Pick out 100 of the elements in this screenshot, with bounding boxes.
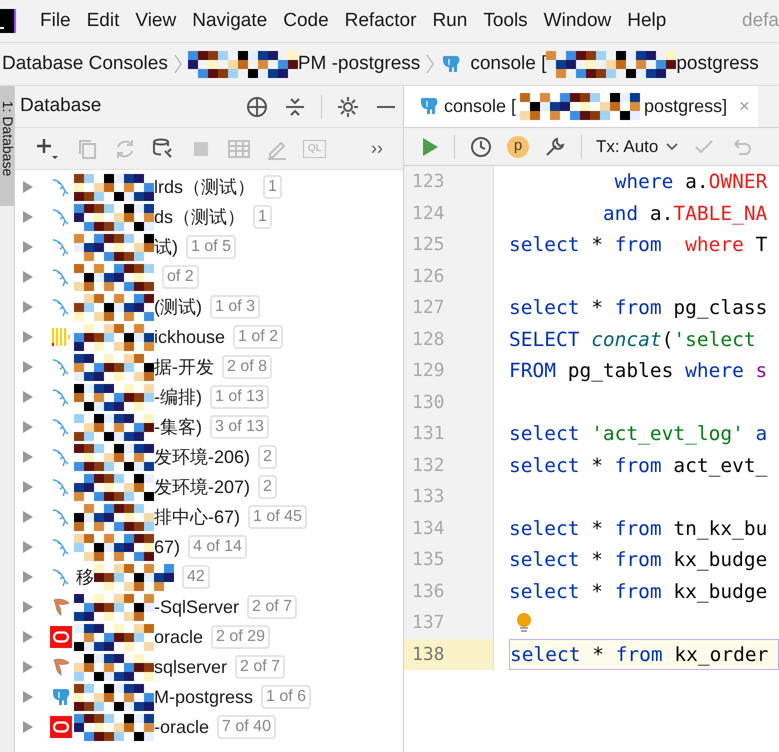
menu-item[interactable]: File [32, 6, 79, 36]
expand-arrow-icon[interactable] [21, 360, 35, 374]
count-badge: 1 [263, 175, 282, 199]
breadcrumb-item[interactable]: PM -postgress [298, 50, 420, 78]
tree-item-label: -集客) [154, 416, 202, 439]
code-line: select * from kx_budge [509, 547, 768, 574]
expand-arrow-icon[interactable] [21, 720, 35, 734]
breadcrumb-item[interactable]: console [ [470, 50, 546, 78]
line-number: 130 [404, 386, 494, 418]
line-number: 127 [404, 292, 494, 324]
menu-item[interactable]: Edit [78, 6, 128, 36]
code-line: select 'act_evt_log' a [509, 421, 768, 448]
settings-icon[interactable] [336, 94, 360, 118]
line-number: 128 [404, 324, 494, 355]
code-line: select * from pg_class [509, 295, 768, 322]
code-line: select * from kx_budge [509, 578, 768, 605]
run-icon[interactable] [420, 136, 440, 158]
expand-arrow-icon[interactable] [21, 330, 35, 344]
tree-item[interactable]: 移 42 [15, 562, 403, 592]
expand-arrow-icon[interactable] [21, 270, 35, 284]
tree-item[interactable]: 据-开发 2 of 8 [15, 352, 403, 382]
tree-item[interactable]: oracle 2 of 29 [15, 622, 403, 652]
menu-item[interactable]: Code [275, 6, 337, 36]
count-badge: 1 [253, 205, 272, 229]
expand-arrow-icon[interactable] [21, 300, 35, 314]
menu-item[interactable]: View [127, 6, 184, 36]
line-number: 132 [404, 450, 494, 481]
editor-tab[interactable]: console [ postgress] × [404, 86, 758, 127]
expand-arrow-icon[interactable] [21, 570, 35, 584]
code-line: and a.TABLE_NA [602, 200, 768, 227]
tree-item[interactable]: -编排) 1 of 13 [15, 382, 403, 412]
expand-arrow-icon[interactable] [21, 390, 35, 404]
clock-icon[interactable] [469, 134, 493, 158]
expand-arrow-icon[interactable] [21, 480, 35, 494]
count-badge: 2 of 29 [211, 625, 270, 649]
menu-item[interactable]: Refactor [336, 6, 424, 36]
expand-arrow-icon[interactable] [21, 210, 35, 224]
tree-item[interactable]: lrds（测试） 1 [15, 172, 403, 202]
tree-item[interactable]: (测试) 1 of 3 [15, 292, 403, 322]
tree-item[interactable]: 发环境-206) 2 [15, 442, 403, 472]
code-line: select * from where T [509, 232, 768, 258]
ring-icon [50, 626, 72, 648]
elephant-icon [50, 686, 72, 708]
tree-item[interactable]: -oracle 7 of 40 [15, 712, 403, 742]
tree-item[interactable]: ickhouse 1 of 2 [15, 322, 403, 352]
breadcrumb-item[interactable]: Database Consoles [0, 50, 168, 78]
tree-item-label: oracle [154, 626, 204, 648]
expand-arrow-icon[interactable] [21, 180, 35, 194]
chevron-right-icon [425, 53, 436, 75]
expand-arrow-icon[interactable] [21, 240, 35, 254]
expand-arrow-icon[interactable] [21, 660, 35, 674]
tree-item-label: 发环境-207) [154, 476, 250, 499]
count-badge: 4 of 14 [188, 535, 247, 559]
code-line: SELECT concat('select [509, 326, 757, 353]
tree-item[interactable]: of 2 [15, 262, 403, 292]
tree-item[interactable]: 试) 1 of 5 [15, 232, 403, 262]
count-badge: 1 of 45 [248, 505, 307, 529]
expand-arrow-icon[interactable] [21, 600, 35, 614]
elephant-icon [418, 95, 440, 117]
expand-arrow-icon[interactable] [21, 540, 35, 554]
app-logo-icon [0, 7, 16, 35]
count-badge: 1 of 5 [186, 235, 236, 259]
more-button[interactable]: ›› [371, 135, 383, 162]
elephant-icon [440, 53, 462, 75]
count-badge: 2 of 7 [247, 595, 298, 619]
menu-item[interactable]: Tools [475, 6, 536, 36]
menu-item[interactable]: Window [536, 6, 620, 36]
tree-item[interactable]: 67) 4 of 14 [15, 532, 403, 562]
tree-item-label: 移 [76, 566, 94, 588]
database-stripe-button[interactable]: 1: Database [0, 86, 14, 206]
breadcrumb-item[interactable]: postgress [676, 50, 759, 78]
tree-item[interactable]: -SqlServer 2 of 7 [15, 592, 403, 622]
tree-item[interactable]: 发环境-207) 2 [15, 472, 403, 502]
tree-item[interactable]: sqlserver 2 of 7 [15, 652, 403, 682]
line-number: 137 [404, 607, 494, 638]
menu-item[interactable]: Run [424, 6, 476, 36]
tree-item[interactable]: M-postgress 1 of 6 [15, 682, 403, 712]
tree-item[interactable]: -集客) 3 of 13 [15, 412, 403, 442]
lightbulb-icon[interactable] [516, 612, 532, 634]
count-badge: of 2 [162, 265, 199, 289]
expand-arrow-icon[interactable] [21, 420, 35, 434]
tree-item[interactable]: 排中心-67) 1 of 45 [15, 502, 403, 532]
tree-item-label: lrds（测试） [154, 176, 256, 198]
code-line: where a.OWNER [614, 169, 768, 196]
tree-item[interactable]: ds（测试） 1 [15, 202, 403, 232]
tree-item-label: 排中心-67) [154, 506, 240, 529]
window-title: defa [741, 8, 779, 33]
expand-arrow-icon[interactable] [21, 690, 35, 704]
expand-arrow-icon[interactable] [21, 510, 35, 524]
tree-item-label: (测试) [154, 296, 202, 319]
line-number: 125 [404, 229, 494, 260]
crosshair-icon[interactable] [245, 94, 269, 118]
menu-item[interactable]: Help [619, 6, 674, 36]
expand-arrow-icon[interactable] [21, 630, 35, 644]
profile-button[interactable]: p [507, 136, 529, 158]
tree-item-label: M-postgress [154, 686, 254, 709]
expand-arrow-icon[interactable] [21, 450, 35, 464]
line-number: 133 [404, 481, 494, 512]
menu-item[interactable]: Navigate [184, 6, 276, 36]
transaction-mode-dropdown[interactable]: Tx: Auto [596, 134, 678, 160]
